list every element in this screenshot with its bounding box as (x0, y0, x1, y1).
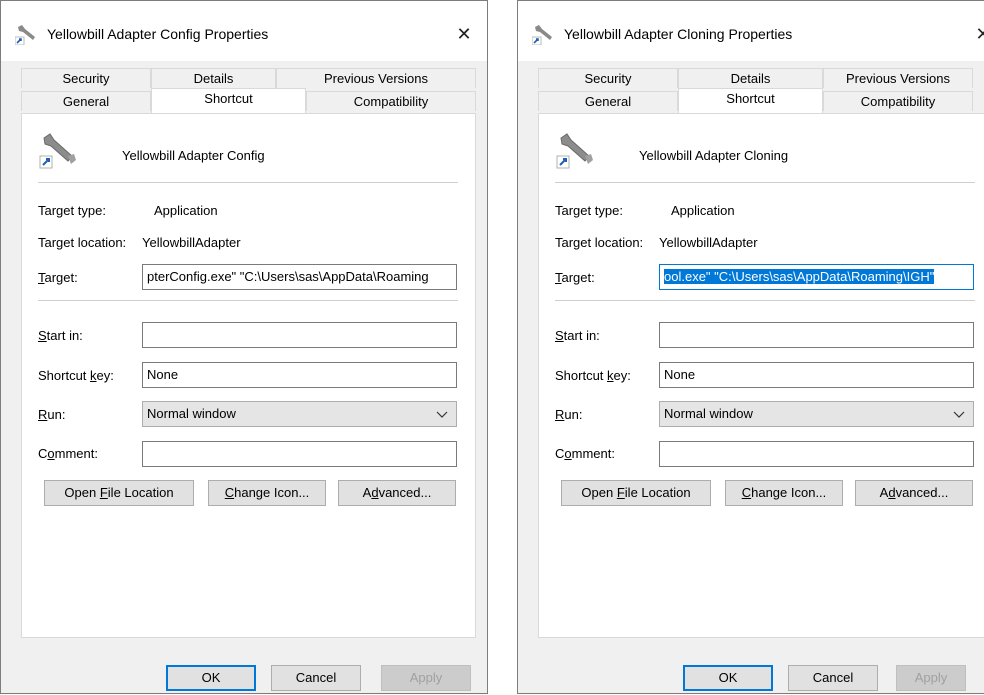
change-icon-button[interactable]: Change Icon... (725, 480, 843, 506)
close-icon: ✕ (975, 24, 984, 44)
shortcut-panel: Yellowbill Adapter Cloning Target type: … (538, 113, 984, 638)
tab-compatibility[interactable]: Compatibility (306, 91, 476, 111)
change-icon-button[interactable]: Change Icon... (208, 480, 326, 506)
shortcut-key-text: None (664, 367, 696, 382)
target-location-label: Target location: (555, 235, 644, 250)
tab-previous-versions[interactable]: Previous Versions (276, 68, 476, 88)
tab-compatibility[interactable]: Compatibility (823, 91, 973, 111)
divider (555, 300, 975, 301)
dialog-title: Yellowbill Adapter Cloning Properties (564, 26, 793, 42)
cancel-button[interactable]: Cancel (271, 665, 361, 691)
comment-input[interactable] (142, 441, 457, 467)
shortcut-panel: Yellowbill Adapter Config Target type: A… (21, 113, 476, 638)
shortcut-key-label: Shortcut key: (555, 368, 631, 383)
target-type-value: Application (671, 203, 735, 218)
wrench-shortcut-icon (532, 25, 552, 45)
target-text: pterConfig.exe" "C:\Users\sas\AppData\Ro… (147, 269, 429, 284)
start-in-input[interactable] (142, 322, 457, 348)
tab-details[interactable]: Details (678, 68, 823, 88)
target-label: Target: (38, 270, 78, 285)
open-file-location-button[interactable]: Open File Location (561, 480, 711, 506)
run-value: Normal window (147, 406, 236, 421)
target-location-value: YellowbillAdapter (142, 235, 241, 250)
close-button[interactable]: ✕ (451, 21, 477, 47)
start-in-label: Start in: (555, 328, 600, 343)
apply-button[interactable]: Apply (896, 665, 966, 691)
comment-input[interactable] (659, 441, 974, 467)
shortcut-key-input[interactable]: None (659, 362, 974, 388)
tab-general[interactable]: General (538, 91, 678, 111)
advanced-button[interactable]: Advanced... (338, 480, 456, 506)
open-file-location-button[interactable]: Open File Location (44, 480, 194, 506)
start-in-label: Start in: (38, 328, 83, 343)
apply-button[interactable]: Apply (381, 665, 471, 691)
comment-label: Comment: (555, 446, 615, 461)
target-input[interactable]: ool.exe" "C:\Users\sas\AppData\Roaming\I… (659, 264, 974, 290)
wrench-shortcut-icon (15, 25, 35, 45)
app-name: Yellowbill Adapter Config (122, 148, 265, 163)
target-text-selected: ool.exe" "C:\Users\sas\AppData\Roaming\I… (664, 269, 935, 284)
comment-label: Comment: (38, 446, 98, 461)
target-type-label: Target type: (38, 203, 106, 218)
close-icon: ✕ (456, 24, 472, 44)
chevron-down-icon (436, 411, 448, 418)
tab-shortcut[interactable]: Shortcut (151, 88, 306, 113)
app-name: Yellowbill Adapter Cloning (639, 148, 789, 163)
target-type-value: Application (154, 203, 218, 218)
tab-general[interactable]: General (21, 91, 151, 111)
shortcut-key-label: Shortcut key: (38, 368, 114, 383)
tab-details[interactable]: Details (151, 68, 276, 88)
ok-button[interactable]: OK (166, 665, 256, 691)
run-label: Run: (38, 407, 66, 422)
shortcut-key-text: None (147, 367, 179, 382)
tab-shortcut[interactable]: Shortcut (678, 88, 823, 113)
ok-button[interactable]: OK (683, 665, 773, 691)
divider (38, 182, 458, 183)
advanced-button[interactable]: Advanced... (855, 480, 973, 506)
target-location-label: Target location: (38, 235, 127, 250)
run-select[interactable]: Normal window (142, 401, 457, 427)
cancel-button[interactable]: Cancel (788, 665, 878, 691)
shortcut-key-input[interactable]: None (142, 362, 457, 388)
wrench-shortcut-icon (39, 133, 76, 169)
wrench-shortcut-icon (556, 133, 593, 169)
title-bar[interactable]: Yellowbill Adapter Cloning Properties ✕ (518, 1, 984, 61)
dialog-title: Yellowbill Adapter Config Properties (47, 26, 269, 42)
start-in-input[interactable] (659, 322, 974, 348)
target-type-label: Target type: (555, 203, 623, 218)
divider (38, 300, 458, 301)
tab-previous-versions[interactable]: Previous Versions (823, 68, 973, 88)
properties-dialog-cloning: Yellowbill Adapter Cloning Properties ✕ … (517, 0, 984, 694)
target-input[interactable]: pterConfig.exe" "C:\Users\sas\AppData\Ro… (142, 264, 457, 290)
chevron-down-icon (953, 411, 965, 418)
divider (555, 182, 975, 183)
run-label: Run: (555, 407, 583, 422)
tab-security[interactable]: Security (21, 68, 151, 88)
run-select[interactable]: Normal window (659, 401, 974, 427)
title-bar[interactable]: Yellowbill Adapter Config Properties ✕ (1, 1, 487, 61)
run-value: Normal window (664, 406, 753, 421)
target-location-value: YellowbillAdapter (659, 235, 758, 250)
target-label: Target: (555, 270, 595, 285)
close-button[interactable]: ✕ (970, 21, 984, 47)
properties-dialog-config: Yellowbill Adapter Config Properties ✕ S… (0, 0, 488, 694)
tab-security[interactable]: Security (538, 68, 678, 88)
